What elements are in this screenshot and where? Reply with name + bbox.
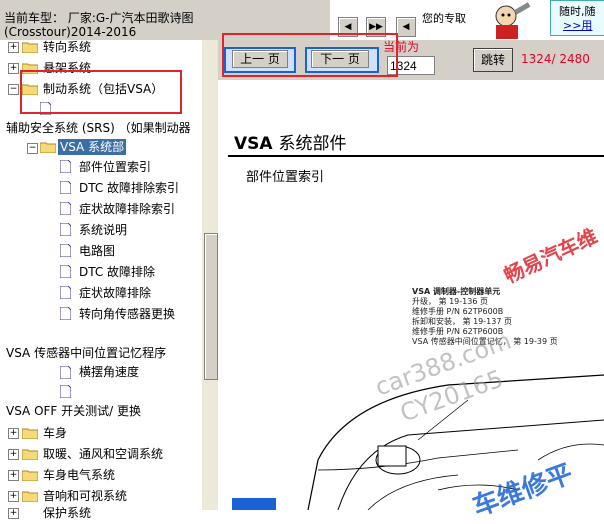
document-icon [60,223,71,236]
tree-item-vsa-off-switch[interactable]: VSA OFF 开关测试/ 更换 [6,403,141,419]
expand-icon[interactable]: + [8,63,19,74]
document-icon [60,265,71,278]
tree-item-body[interactable]: 车身 [43,425,67,441]
document-icon [60,244,71,257]
tree-item-component-index[interactable]: 部件位置索引 [79,159,151,175]
tree-scrollbar-thumb[interactable] [204,233,218,380]
highlight-box-brakes [20,70,182,114]
collapse-icon[interactable]: − [27,143,38,154]
folder-open-icon [40,142,56,153]
expand-icon[interactable]: + [8,449,19,460]
page-count: 1324/ 2480 [521,52,590,66]
folder-icon [22,449,38,460]
callout-line: 拆卸和安装， 第 19-137 页 [412,317,512,326]
expand-icon[interactable]: + [8,470,19,481]
ad-banner[interactable]: 随时,随 >>用 [550,0,604,36]
tree-item-srs[interactable]: 辅助安全系统 (SRS) （如果制动器 [6,120,191,136]
model-line-2: (Crosstour)2014-2016 [4,25,137,39]
tree-item-body-electrical[interactable]: 车身电气系统 [43,467,115,483]
folder-icon [22,428,38,439]
tree-item-yaw-rate[interactable]: 横摆角速度 [79,364,139,380]
tree-item-hvac[interactable]: 取暖、通风和空调系统 [43,446,163,462]
folder-icon [22,470,38,481]
highlight-box-paging [222,33,398,77]
tree-item-audio-visual[interactable]: 音响和可视系统 [43,488,127,504]
tree-item-dtc-index[interactable]: DTC 故障排除索引 [79,180,179,196]
document-subtitle: 部件位置索引 [246,170,325,185]
ad-link[interactable]: >>用 [563,17,592,33]
jump-button[interactable]: 跳转 [473,48,513,72]
tree-item-dtc-troubleshooting[interactable]: DTC 故障排除 [79,264,155,280]
callout-line: VSA 调制器-控制器单元 [412,287,501,296]
tree-item-system-description[interactable]: 系统说明 [79,222,127,238]
document-icon [60,385,71,398]
expand-icon[interactable]: + [8,42,19,53]
document-icon [60,181,71,194]
document-icon [60,160,71,173]
callout-line: 升级， 第 19-136 页 [412,297,488,306]
title-rest: 系统部件 [278,134,347,154]
tree-item-steering[interactable]: 转向系统 [43,39,91,55]
next-nav-button[interactable]: ◀ [396,17,416,37]
tree-item-protection[interactable]: 保护系统 [43,505,91,521]
tree-item-vsa-system[interactable]: VSA 系统部 [58,139,127,155]
nav-skip-icon: ▶▶ [369,22,383,32]
nav-next-icon: ◀ [402,22,410,32]
folder-icon [22,491,38,502]
tree-item-steering-angle-sensor[interactable]: 转向角传感器更换 [79,306,175,322]
callout-line: 维修手册 P/N 62TP600B [412,307,504,316]
document-icon [60,286,71,299]
tree-item-circuit-diagram[interactable]: 电路图 [79,243,115,259]
tree-item-vsa-sensor-memory[interactable]: VSA 传感器中间位置记忆程序 [6,345,166,361]
tree-item-symptom-troubleshooting[interactable]: 症状故障排除 [79,285,151,301]
promo-text: 您的专取 [422,10,482,32]
mascot-logo [495,2,531,39]
model-line-1: 当前车型： 厂家:G-广汽本田歌诗图 [4,11,194,25]
document-icon [60,307,71,320]
title-bold: VSA [234,134,273,154]
collapse-icon[interactable]: − [8,84,19,95]
document-icon [60,366,71,379]
tree-item-symptom-index[interactable]: 症状故障排除索引 [79,201,175,217]
title-rule [228,155,604,157]
document-icon [60,202,71,215]
document-title: VSA 系统部件 [234,129,346,154]
folder-icon [22,42,38,53]
expand-icon[interactable]: + [8,428,19,439]
expand-icon[interactable]: + [8,491,19,502]
nav-first-icon: ◀ [344,22,352,32]
